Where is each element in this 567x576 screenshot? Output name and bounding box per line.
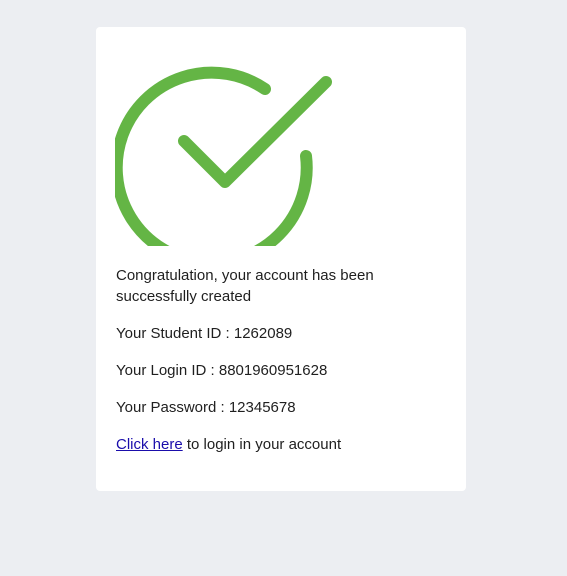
check-circle-icon bbox=[110, 46, 335, 269]
login-link[interactable]: Click here bbox=[116, 436, 183, 453]
login-prompt-suffix: to login in your account bbox=[182, 436, 342, 453]
student-id-text: Your Student ID : 1262089 bbox=[116, 325, 293, 342]
password-text: Your Password : 12345678 bbox=[116, 399, 296, 416]
success-content: Congratulation, your account has been su… bbox=[116, 265, 436, 471]
login-id-text: Your Login ID : 8801960951628 bbox=[116, 362, 328, 379]
success-message: Congratulation, your account has been su… bbox=[116, 267, 374, 305]
success-card: Congratulation, your account has been su… bbox=[96, 27, 466, 491]
login-prompt: Click here to login in your account bbox=[116, 434, 436, 455]
